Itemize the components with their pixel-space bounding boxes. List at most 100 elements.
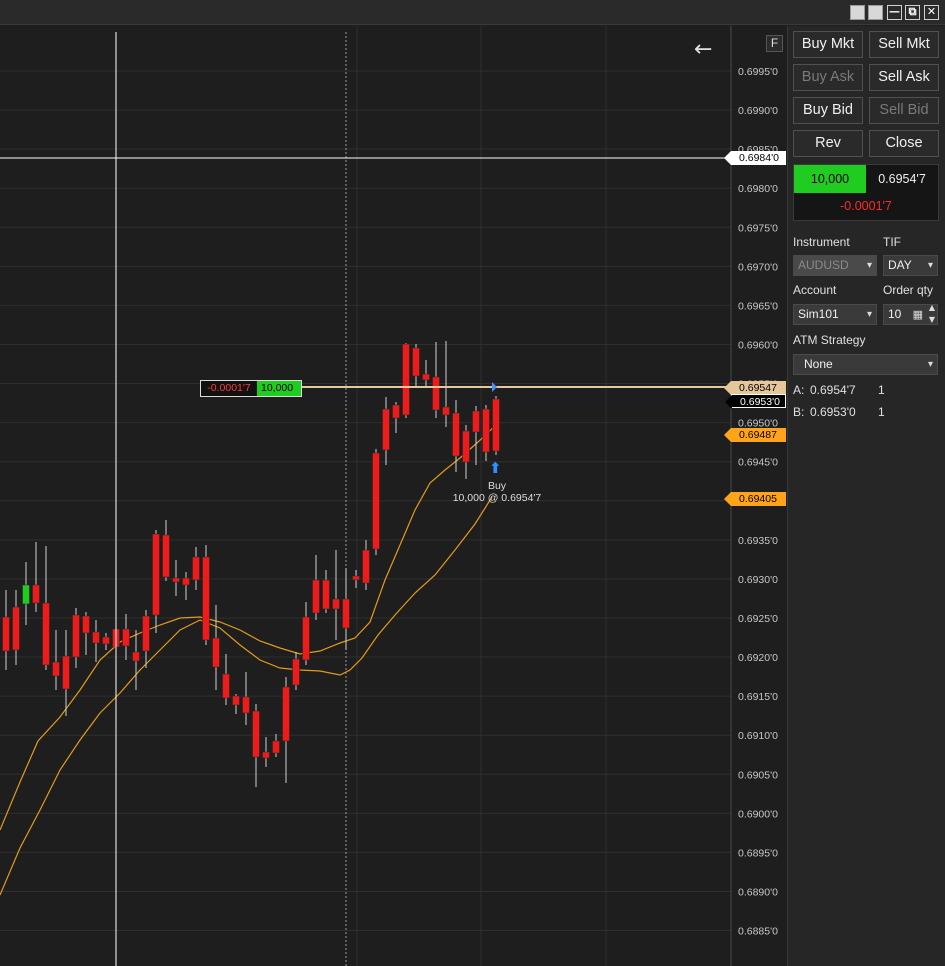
- buy-bid-button[interactable]: Buy Bid: [793, 97, 863, 124]
- candle-body: [272, 740, 280, 754]
- restore-button[interactable]: ⧉: [905, 5, 920, 20]
- close-button[interactable]: ✕: [924, 5, 939, 20]
- candle-body: [362, 549, 370, 584]
- candle-body: [462, 430, 470, 463]
- candle-body: [12, 606, 20, 651]
- chart-overlays: [0, 32, 731, 966]
- axis-tick-label: 0.6890'0: [738, 886, 778, 898]
- candle-body: [152, 533, 160, 616]
- candle-body: [442, 406, 450, 416]
- axis-tick-label: 0.6965'0: [738, 300, 778, 312]
- chart-grid: [0, 26, 731, 966]
- chevron-down-icon: ▾: [927, 260, 933, 271]
- ema-fast-price-text: 0.69487: [739, 429, 777, 441]
- restore-icon: ⧉: [908, 5, 917, 18]
- candle-body: [432, 376, 440, 411]
- candle-body: [372, 452, 380, 550]
- candle-body: [132, 651, 140, 662]
- axis-tick-label: 0.6910'0: [738, 730, 778, 742]
- candle-body: [62, 655, 70, 690]
- buy-ask-button[interactable]: Buy Ask: [793, 64, 863, 91]
- candle-body: [472, 410, 480, 433]
- price-chart[interactable]: 0.6995'00.6990'00.6985'00.6980'00.6975'0…: [0, 26, 787, 966]
- axis-tick-label: 0.6990'0: [738, 105, 778, 117]
- order-qty-label: Order qty: [883, 283, 934, 297]
- candle-body: [82, 615, 90, 634]
- ema-slow-price-text: 0.69405: [739, 493, 777, 505]
- axis-tick-label: 0.6975'0: [738, 222, 778, 234]
- candle-body: [492, 398, 500, 452]
- ema-slow-price-tag: 0.69405: [724, 492, 786, 506]
- axis-tick-label: 0.6925'0: [738, 613, 778, 625]
- ema-lines: [0, 424, 497, 896]
- minimize-button[interactable]: —: [887, 5, 902, 20]
- buy-mkt-button[interactable]: Buy Mkt: [793, 31, 863, 58]
- ema-fast-price-tag: 0.69487: [724, 428, 786, 442]
- chevron-down-icon: ▾: [866, 309, 872, 320]
- instrument-select[interactable]: AUDUSD ▾: [793, 255, 877, 276]
- fill-label: Buy 10,000 @ 0.6954'7: [432, 480, 562, 504]
- window-button-2[interactable]: [868, 5, 883, 20]
- position-box[interactable]: -0.0001'7 10,000: [200, 380, 302, 397]
- candle-body: [382, 408, 390, 451]
- bid-price: 0.6953'0: [810, 405, 856, 419]
- candle-body: [52, 661, 60, 677]
- ask-label: A:: [793, 383, 805, 397]
- account-select[interactable]: Sim101 ▾: [793, 304, 877, 325]
- position-qty: 10,000: [257, 381, 301, 396]
- window-button-1[interactable]: [850, 5, 865, 20]
- order-qty-value: 10: [888, 307, 902, 321]
- position-unrealized-pnl: -0.0001'7: [794, 193, 938, 220]
- candle-body: [252, 710, 260, 758]
- axis-tick-label: 0.6915'0: [738, 691, 778, 703]
- close-position-button[interactable]: Close: [869, 130, 939, 157]
- axis-tick-label: 0.6970'0: [738, 261, 778, 273]
- chart-canvas[interactable]: 0.6995'00.6990'00.6985'00.6980'00.6975'0…: [0, 26, 787, 966]
- position-qty-display: 10,000: [794, 165, 866, 193]
- candle-body: [72, 614, 80, 658]
- last-price-tag: 0.6953'0: [725, 394, 786, 409]
- axis-tick-label: 0.6935'0: [738, 535, 778, 547]
- f-button[interactable]: F: [766, 35, 783, 52]
- arrow-left-icon[interactable]: ←: [694, 39, 720, 62]
- candle-body: [342, 598, 350, 629]
- close-icon: ✕: [926, 5, 937, 18]
- candle-body: [42, 602, 50, 666]
- crosshair-price-tag: 0.6984'0: [724, 151, 786, 165]
- minimize-icon: —: [889, 5, 900, 18]
- instrument-value: AUDUSD: [798, 258, 849, 272]
- position-price-text: 0.69547: [739, 382, 777, 394]
- sell-mkt-button[interactable]: Sell Mkt: [869, 31, 939, 58]
- candle-body: [402, 343, 410, 416]
- stepper-arrows-icon[interactable]: ▲ ▼: [929, 305, 935, 324]
- axis-tick-label: 0.6895'0: [738, 847, 778, 859]
- atm-strategy-select[interactable]: None ▾: [793, 354, 938, 375]
- candlesticks: [2, 341, 500, 787]
- last-price-text: 0.6953'0: [740, 396, 780, 408]
- ask-size: 1: [878, 383, 885, 397]
- candle-body: [212, 637, 220, 668]
- title-bar: — ⧉ ✕: [0, 0, 945, 25]
- candle-body: [482, 408, 490, 453]
- position-display: 10,000 0.6954'7 -0.0001'7: [793, 164, 939, 221]
- chevron-down-icon: ▾: [866, 260, 872, 271]
- order-panel: Buy Mkt Sell Mkt Buy Ask Sell Ask Buy Bi…: [787, 26, 945, 966]
- axis-tick-label: 0.6995'0: [738, 66, 778, 78]
- candle-body: [172, 577, 180, 583]
- account-label: Account: [793, 283, 837, 297]
- tif-select[interactable]: DAY ▾: [883, 255, 938, 276]
- instrument-label: Instrument: [793, 235, 850, 249]
- buy-arrow-icon: ⬆: [489, 459, 502, 477]
- ask-price: 0.6954'7: [810, 383, 856, 397]
- candle-body: [232, 695, 240, 706]
- sell-ask-button[interactable]: Sell Ask: [869, 64, 939, 91]
- tif-value: DAY: [888, 258, 912, 272]
- calculator-icon[interactable]: ▦: [913, 305, 923, 324]
- axis-tick-label: 0.6885'0: [738, 926, 778, 938]
- rev-button[interactable]: Rev: [793, 130, 863, 157]
- bid-label: B:: [793, 405, 805, 419]
- sell-bid-button[interactable]: Sell Bid: [869, 97, 939, 124]
- tif-label: TIF: [883, 235, 901, 249]
- order-qty-stepper[interactable]: 10 ▦ ▲ ▼: [883, 304, 938, 325]
- atm-strategy-label: ATM Strategy: [793, 333, 866, 347]
